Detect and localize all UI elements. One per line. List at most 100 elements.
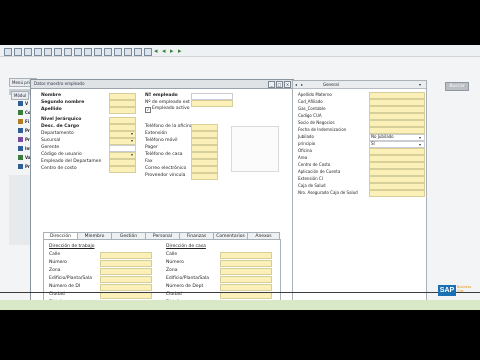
fax-field[interactable]: [191, 159, 218, 166]
address-field[interactable]: [220, 260, 272, 267]
toolbar-button[interactable]: [64, 48, 72, 56]
toolbar-button[interactable]: [34, 48, 42, 56]
chevron-down-icon[interactable]: ▾: [419, 142, 421, 147]
nombre-field[interactable]: [109, 93, 136, 100]
user-field-input[interactable]: [369, 92, 425, 99]
close-icon[interactable]: ×: [284, 81, 291, 88]
user-field-label: Socio de Negocios: [298, 120, 335, 125]
user-field-label: Cod_Afiliado: [298, 99, 323, 104]
user-field-input[interactable]: [369, 190, 425, 197]
tel-casa-field[interactable]: [191, 152, 218, 159]
status-bar: [0, 300, 480, 310]
module-label[interactable]: V: [25, 101, 28, 106]
extension-field[interactable]: [191, 131, 218, 138]
first-record-icon[interactable]: ◂: [295, 82, 297, 87]
label-extension: Extensión: [145, 131, 168, 136]
module-icon[interactable]: [18, 119, 23, 124]
chevron-down-icon[interactable]: ▾: [131, 131, 133, 136]
num-empleado-ext-field[interactable]: [191, 100, 233, 107]
label-sucursal: Sucursal: [41, 138, 61, 143]
label-fax: Fax: [145, 159, 153, 164]
toolbar-button[interactable]: [134, 48, 142, 56]
address-label: Edificio/Planta/Sala: [49, 276, 93, 281]
apellido-field[interactable]: [109, 107, 136, 114]
toolbar-button[interactable]: [54, 48, 62, 56]
module-icon[interactable]: [18, 155, 23, 160]
address-field[interactable]: [100, 276, 152, 283]
toolbar-button[interactable]: [94, 48, 102, 56]
address-field[interactable]: [220, 284, 272, 291]
next-record-icon[interactable]: ▸: [170, 47, 174, 56]
user-field-input[interactable]: [369, 127, 425, 134]
user-field-input[interactable]: No Jubilado ▾: [369, 134, 425, 141]
correo-field[interactable]: [191, 166, 218, 173]
module-icon[interactable]: [18, 146, 23, 151]
nivel-jerarquico-field[interactable]: [109, 117, 136, 124]
user-field-input[interactable]: [369, 162, 425, 169]
module-icon[interactable]: [18, 101, 23, 106]
user-field-value: SI: [371, 141, 375, 146]
user-field-label: Apellido Materno: [298, 92, 332, 97]
proveedor-field[interactable]: [191, 173, 218, 180]
label-tel-casa: Teléfono de casa: [145, 152, 183, 157]
toolbar-button[interactable]: [4, 48, 12, 56]
address-field[interactable]: [220, 252, 272, 259]
user-field-input[interactable]: [369, 176, 425, 183]
toolbar-button[interactable]: [74, 48, 82, 56]
user-field-input[interactable]: [369, 169, 425, 176]
last-record-icon[interactable]: ▸: [178, 47, 182, 56]
next-record-icon[interactable]: ▸: [301, 82, 303, 87]
module-icon[interactable]: [18, 137, 23, 142]
modules-tab[interactable]: Módul: [11, 91, 30, 100]
num-empleado-field[interactable]: [191, 93, 233, 100]
user-field-input[interactable]: [369, 106, 425, 113]
segundo-nombre-field[interactable]: [109, 100, 136, 107]
user-field-input[interactable]: [369, 99, 425, 106]
module-icon[interactable]: [18, 128, 23, 133]
buscar-button[interactable]: Buscar: [445, 82, 469, 91]
chevron-down-icon[interactable]: ▾: [419, 135, 421, 140]
centro-costo-field[interactable]: [109, 166, 136, 173]
first-record-icon[interactable]: ◂: [154, 47, 158, 56]
user-field-input[interactable]: [369, 155, 425, 162]
toolbar-button[interactable]: [44, 48, 52, 56]
toolbar-button[interactable]: [124, 48, 132, 56]
minimize-icon[interactable]: _: [268, 81, 275, 88]
desc-cargo-field[interactable]: [109, 124, 136, 131]
user-field-input[interactable]: [369, 113, 425, 120]
address-field[interactable]: [100, 260, 152, 267]
address-field[interactable]: [100, 284, 152, 291]
toolbar-button[interactable]: [144, 48, 152, 56]
user-field-input[interactable]: SI ▾: [369, 141, 425, 148]
user-field-input[interactable]: [369, 183, 425, 190]
chevron-down-icon[interactable]: ▾: [419, 82, 421, 87]
toolbar-button[interactable]: [14, 48, 22, 56]
module-icon[interactable]: [18, 110, 23, 115]
prev-record-icon[interactable]: ◂: [162, 47, 166, 56]
toolbar-button[interactable]: [84, 48, 92, 56]
toolbar-button[interactable]: [104, 48, 112, 56]
user-field-input[interactable]: [369, 148, 425, 155]
maximize-icon[interactable]: □: [276, 81, 283, 88]
chevron-down-icon[interactable]: ▾: [131, 138, 133, 143]
user-field-input[interactable]: [369, 120, 425, 127]
address-field[interactable]: [100, 252, 152, 259]
toolbar-button[interactable]: [24, 48, 32, 56]
toolbar-button[interactable]: [114, 48, 122, 56]
address-field[interactable]: [100, 292, 152, 299]
label-codigo-usuario: Código de usuario: [41, 152, 82, 157]
gerente-field[interactable]: [109, 145, 136, 152]
address-field[interactable]: [220, 292, 272, 299]
chevron-down-icon[interactable]: ▾: [131, 152, 133, 157]
employee-photo[interactable]: [231, 126, 279, 172]
module-label[interactable]: Fi: [25, 119, 29, 124]
empleado-departamento-field[interactable]: [109, 159, 136, 166]
address-field[interactable]: [100, 268, 152, 275]
address-field[interactable]: [220, 276, 272, 283]
tel-oficina-field[interactable]: [191, 124, 218, 131]
empleado-activo-checkbox[interactable]: ✓: [145, 107, 151, 113]
pager-field[interactable]: [191, 145, 218, 152]
module-icon[interactable]: [18, 164, 23, 169]
tel-movil-field[interactable]: [191, 138, 218, 145]
address-field[interactable]: [220, 268, 272, 275]
